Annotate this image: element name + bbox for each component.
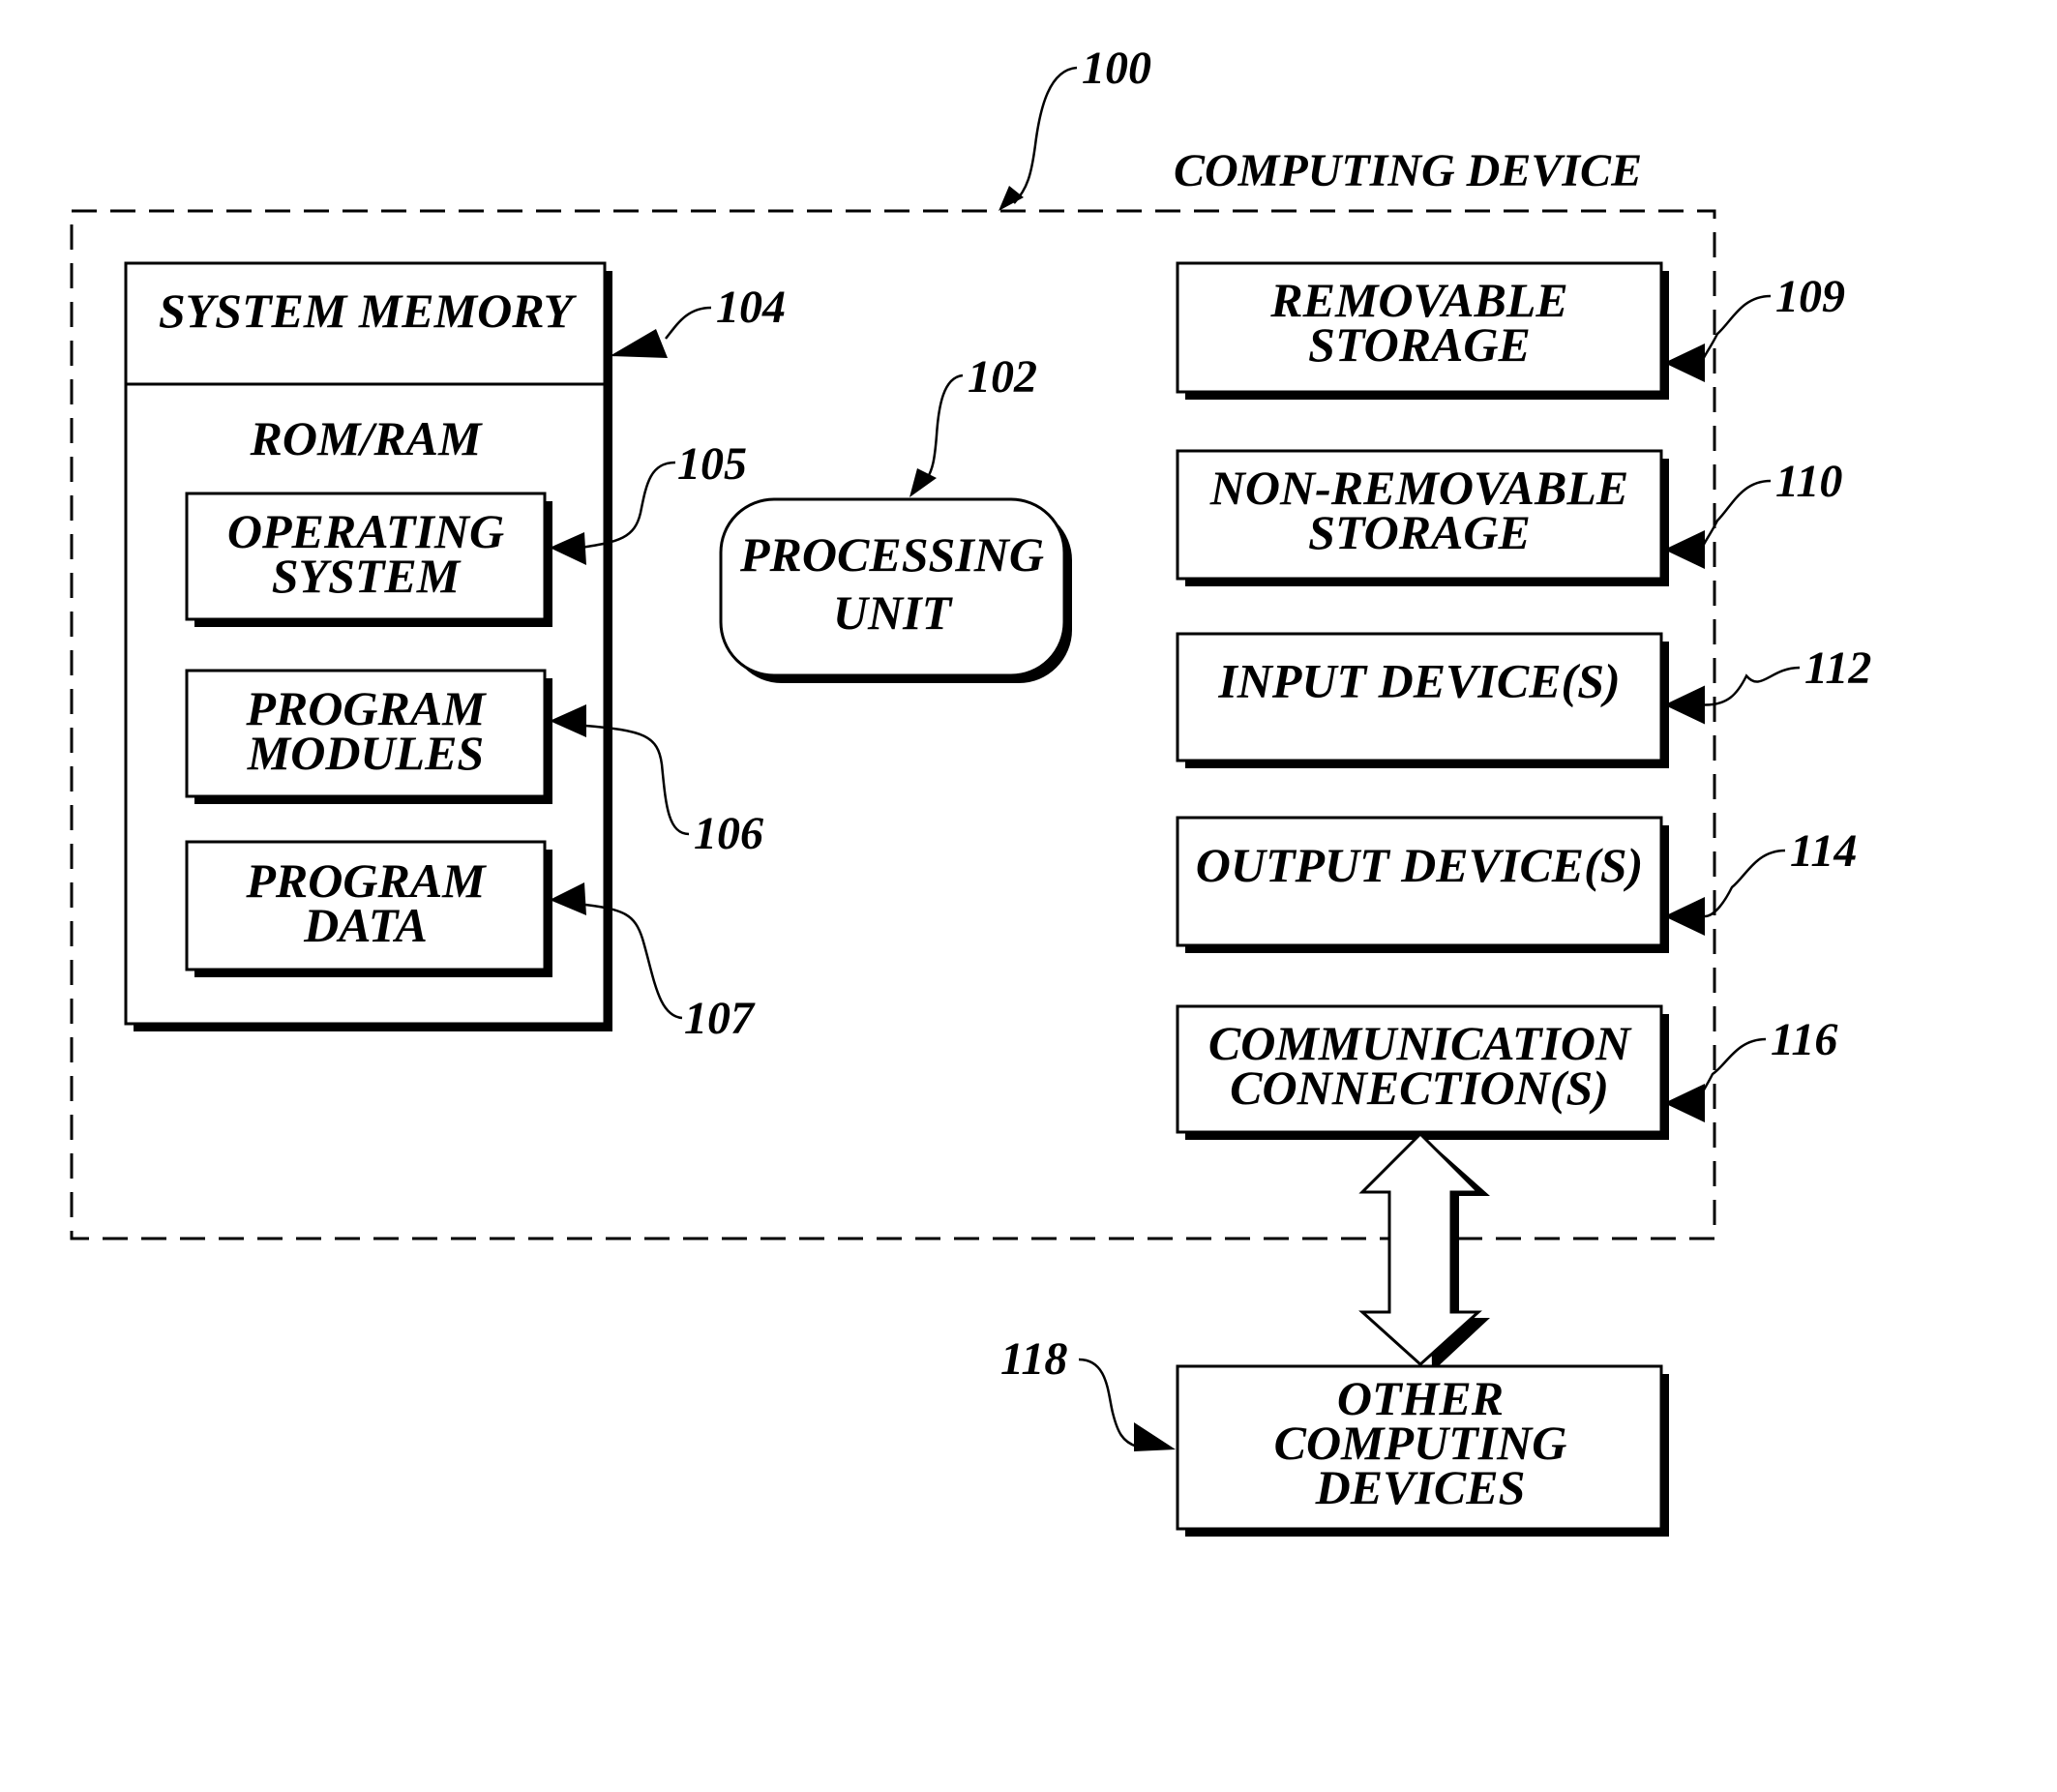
arrowhead-112	[1664, 685, 1705, 725]
ref-114: 114	[1790, 825, 1857, 877]
component-label-line: STORAGE	[1308, 505, 1531, 559]
program-data-line-2: DATA	[303, 898, 428, 952]
ref-106: 106	[694, 808, 763, 859]
component-label-line: INPUT DEVICE(S)	[1217, 654, 1620, 708]
component-box-110: NON-REMOVABLESTORAGE110	[1176, 449, 1842, 586]
component-label-line: STORAGE	[1308, 317, 1531, 372]
leader-114	[1704, 849, 1786, 918]
bidirectional-arrow	[1358, 1131, 1490, 1372]
component-box-116: COMMUNICATIONCONNECTION(S)116	[1176, 1004, 1837, 1140]
computing-device-title: COMPUTING DEVICE	[1174, 145, 1642, 196]
other-devices-line-3: DEVICES	[1315, 1460, 1526, 1514]
other-computing-devices-box: OTHER COMPUTING DEVICES	[1176, 1364, 1669, 1537]
arrowhead-110	[1664, 530, 1705, 569]
arrowhead-104	[610, 329, 668, 358]
leader-100	[1013, 66, 1078, 204]
arrowhead-116	[1664, 1084, 1705, 1122]
right-components: REMOVABLESTORAGE109NON-REMOVABLESTORAGE1…	[1176, 261, 1871, 1140]
program-modules-line-2: MODULES	[247, 726, 484, 780]
component-label-line: CONNECTION(S)	[1230, 1060, 1609, 1115]
arrowhead-114	[1664, 897, 1705, 936]
rom-ram-label: ROM/RAM	[250, 411, 484, 465]
ref-116: 116	[1771, 1014, 1837, 1065]
ref-109: 109	[1775, 271, 1845, 322]
program-data-box: PROGRAM DATA	[185, 840, 552, 977]
system-memory-title: SYSTEM MEMORY	[159, 284, 578, 338]
operating-system-box: OPERATING SYSTEM	[185, 492, 552, 627]
ref-118: 118	[1000, 1333, 1067, 1385]
leader-116	[1698, 1037, 1767, 1105]
leader-110	[1701, 479, 1772, 552]
arrowhead-100	[999, 186, 1024, 211]
ref-112: 112	[1804, 642, 1871, 694]
component-label-line: OUTPUT DEVICE(S)	[1196, 838, 1644, 892]
leader-112	[1704, 666, 1801, 706]
computing-device-diagram: COMPUTING DEVICE 100 SYSTEM MEMORY ROM/R…	[70, 43, 1871, 1537]
arrowhead-102	[909, 468, 937, 497]
leader-102	[925, 373, 964, 480]
leader-109	[1701, 294, 1772, 365]
processing-unit-box: PROCESSING UNIT	[719, 497, 1072, 683]
processing-unit-line-2: UNIT	[833, 585, 954, 640]
leader-104	[665, 306, 712, 340]
arrowhead-118	[1134, 1422, 1176, 1451]
ref-102: 102	[968, 351, 1037, 403]
ref-104: 104	[716, 282, 786, 333]
program-modules-box: PROGRAM MODULES	[185, 669, 552, 804]
ref-107: 107	[684, 993, 756, 1044]
arrowhead-109	[1664, 343, 1705, 382]
processing-unit-line-1: PROCESSING	[739, 527, 1044, 582]
component-box-114: OUTPUT DEVICE(S) 114	[1176, 816, 1857, 953]
component-box-112: INPUT DEVICE(S) 112	[1176, 632, 1871, 768]
component-box-109: REMOVABLESTORAGE109	[1176, 261, 1845, 400]
leader-118	[1078, 1358, 1138, 1449]
ref-100: 100	[1082, 43, 1151, 94]
ref-105: 105	[677, 438, 747, 490]
ref-110: 110	[1775, 456, 1842, 507]
operating-system-line-2: SYSTEM	[272, 549, 462, 603]
